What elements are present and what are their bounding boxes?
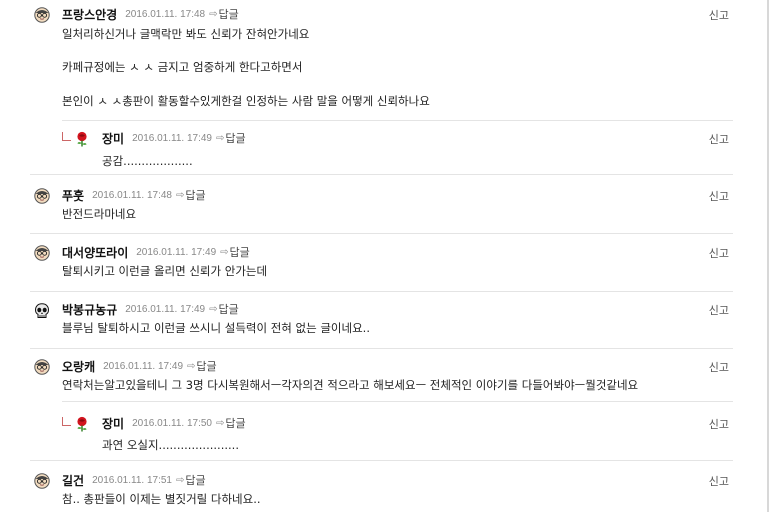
comment-item: 박봉규농규 2016.01.11. 17:49 ⇨ 답글 신고 블루님 탈퇴하시고… <box>0 295 769 345</box>
comment-divider <box>30 174 733 175</box>
reply-button[interactable]: ⇨ 답글 <box>176 187 206 203</box>
comment-date: 2016.01.11. 17:49 <box>103 360 184 372</box>
skull-icon[interactable] <box>34 303 50 319</box>
reply-comment-item: 장미 2016.01.11. 17:50 ⇨ 답글 신고 과연 오실지......… <box>0 409 769 459</box>
comment-divider <box>62 120 733 121</box>
comment-item: 길건 2016.01.11. 17:51 ⇨ 답글 신고 참.. 총판들이 이제는… <box>0 466 769 512</box>
report-button[interactable]: 신고 <box>709 188 729 204</box>
report-button[interactable]: 신고 <box>709 245 729 261</box>
reply-arrow-icon: ⇨ <box>215 132 225 144</box>
rose-icon[interactable] <box>74 416 90 432</box>
comment-author[interactable]: 오랑캐 <box>62 358 95 375</box>
comment-divider <box>30 291 733 292</box>
reply-button[interactable]: ⇨ 답글 <box>216 415 246 431</box>
comment-text: 반전드라마네요 <box>62 207 137 221</box>
reply-arrow-icon: ⇨ <box>215 417 225 429</box>
reply-arrow-icon: ⇨ <box>209 303 218 315</box>
comment-author[interactable]: 길건 <box>62 472 84 489</box>
comment-text: 공감................... <box>102 154 193 168</box>
comment-text: 탈퇴시키고 이런글 올리면 신뢰가 안가는데 <box>62 264 268 278</box>
face-glasses-icon[interactable] <box>34 473 50 489</box>
report-button[interactable]: 신고 <box>709 416 729 432</box>
comment-divider <box>30 460 733 461</box>
comment-text: 일처리하신거나 글맥락만 봐도 신뢰가 잔혀안가네요 <box>62 27 310 41</box>
report-button[interactable]: 신고 <box>709 302 729 318</box>
comment-text: 블루님 탈퇴하시고 이런글 쓰시니 설득력이 전혀 없는 글이네요.. <box>62 321 370 335</box>
report-button[interactable]: 신고 <box>709 131 729 147</box>
reply-indent-mark <box>62 417 71 426</box>
comment-text: 과연 오실지...................... <box>102 438 239 452</box>
face-glasses-icon[interactable] <box>34 7 50 23</box>
rose-icon[interactable] <box>74 131 90 147</box>
reply-arrow-icon: ⇨ <box>220 246 229 258</box>
comment-item: 프랑스안경 2016.01.11. 17:48 ⇨ 답글 신고 일처리하신거나 글… <box>0 0 769 124</box>
comment-author[interactable]: 장미 <box>102 415 124 432</box>
comment-date: 2016.01.11. 17:49 <box>125 303 206 315</box>
comment-author[interactable]: 장미 <box>102 130 124 147</box>
comment-item: 대서양또라이 2016.01.11. 17:49 ⇨ 답글 신고 탈퇴시키고 이런… <box>0 238 769 288</box>
report-button[interactable]: 신고 <box>709 473 729 489</box>
reply-button[interactable]: ⇨ 답글 <box>209 6 239 22</box>
report-button[interactable]: 신고 <box>709 359 729 375</box>
comment-text: 카페규정에는 ㅅ ㅅ 금지고 엄중하게 한다고하면서 <box>62 60 303 74</box>
comment-date: 2016.01.11. 17:50 <box>132 417 212 429</box>
comment-author[interactable]: 대서양또라이 <box>62 244 128 261</box>
reply-comment-item: 장미 2016.01.11. 17:49 ⇨ 답글 신고 공감..........… <box>0 124 769 174</box>
reply-arrow-icon: ⇨ <box>175 189 185 201</box>
comment-date: 2016.01.11. 17:49 <box>132 132 212 144</box>
reply-arrow-icon: ⇨ <box>209 8 218 20</box>
reply-button[interactable]: ⇨ 답글 <box>209 301 239 317</box>
comment-item: 오랑캐 2016.01.11. 17:49 ⇨ 답글 신고 연락처는알고있을테니 … <box>0 352 769 404</box>
comment-text: 참.. 총판들이 이제는 별짓거릴 다하네요.. <box>62 492 261 506</box>
face-glasses-icon[interactable] <box>34 359 50 375</box>
comment-date: 2016.01.11. 17:48 <box>125 8 206 20</box>
comment-date: 2016.01.11. 17:51 <box>92 474 172 486</box>
reply-arrow-icon: ⇨ <box>175 474 185 486</box>
comment-date: 2016.01.11. 17:48 <box>92 189 172 201</box>
reply-button[interactable]: ⇨ 답글 <box>216 130 246 146</box>
comment-author[interactable]: 푸훗 <box>62 187 84 204</box>
comment-author[interactable]: 프랑스안경 <box>62 6 117 23</box>
comment-divider <box>30 348 733 349</box>
comment-divider <box>62 401 733 402</box>
face-glasses-icon[interactable] <box>34 245 50 261</box>
reply-button[interactable]: ⇨ 답글 <box>176 472 206 488</box>
comment-text: 본인이 ㅅ ㅅ총판이 활동할수있게한걸 인정하는 사람 말을 어떻게 신뢰하나요 <box>62 94 430 108</box>
reply-indent-mark <box>62 132 71 141</box>
comment-author[interactable]: 박봉규농규 <box>62 301 117 318</box>
report-button[interactable]: 신고 <box>709 7 729 23</box>
face-glasses-icon[interactable] <box>34 188 50 204</box>
comment-date: 2016.01.11. 17:49 <box>136 246 217 258</box>
comment-item: 푸훗 2016.01.11. 17:48 ⇨ 답글 신고 반전드라마네요 <box>0 181 769 231</box>
comment-divider <box>30 233 733 234</box>
reply-button[interactable]: ⇨ 답글 <box>220 244 250 260</box>
comment-text: 연락처는알고있을테니 그 3명 다시복원해서ㅡ각자의견 적으라고 해보세요ㅡ 전… <box>62 378 639 392</box>
reply-button[interactable]: ⇨ 답글 <box>187 358 217 374</box>
reply-arrow-icon: ⇨ <box>187 360 196 372</box>
